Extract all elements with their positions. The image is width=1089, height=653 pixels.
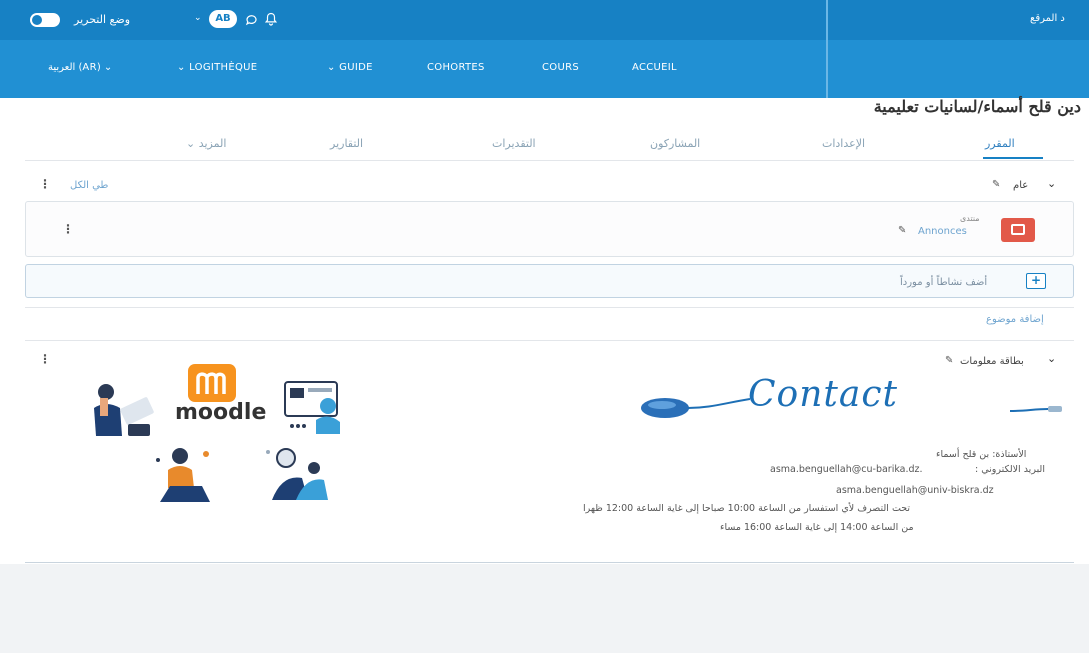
notifications-bell-icon[interactable]	[265, 12, 277, 26]
tab-more[interactable]: المزيد ⌄	[186, 137, 226, 150]
email-2: asma.benguellah@univ-biskra.dz	[836, 485, 994, 496]
teacher-name: الأستاذة: بن قلح أسماء	[936, 449, 1027, 460]
tab-reports[interactable]: التقارير	[330, 137, 363, 150]
section-title-info-card[interactable]: بطاقة معلومات	[960, 356, 1024, 367]
activity-type-label: منتدى	[960, 214, 980, 223]
section-collapse-chevron-icon[interactable]: ⌄	[1047, 352, 1056, 365]
toggle-knob	[32, 15, 42, 25]
page-title: دين قلح أسماء/لسانيات تعليمية	[873, 97, 1081, 116]
add-activity-label[interactable]: أضف نشاطاً أو مورداً	[900, 277, 987, 288]
student-reading-illustration	[156, 448, 210, 502]
edit-pencil-icon[interactable]: ✎	[945, 355, 953, 366]
online-learning-illustration	[284, 381, 340, 434]
nav-logitheque[interactable]: ⌄ LOGITHÈQUE	[177, 62, 257, 73]
contact-banner: Contact	[748, 374, 898, 415]
moodle-logo-text: moodle	[175, 400, 267, 425]
tab-participants[interactable]: المشاركون	[650, 137, 700, 150]
avatar[interactable]: AB	[209, 10, 237, 28]
nav-accueil[interactable]: ACCUEIL	[632, 62, 677, 73]
tab-settings[interactable]: الإعدادات	[822, 137, 865, 150]
user-menu-chevron-icon[interactable]: ⌄	[194, 13, 202, 23]
section-menu-icon[interactable]: ⋮	[39, 352, 51, 366]
collapse-all-link[interactable]: طي الكل	[70, 180, 108, 191]
edit-pencil-icon[interactable]: ✎	[898, 225, 906, 236]
edit-mode-label: وضع التحرير	[74, 13, 131, 26]
edit-pencil-icon[interactable]: ✎	[992, 179, 1000, 190]
office-hours-line-1: تحت التصرف لأي استفسار من الساعة 10:00 ص…	[583, 503, 911, 514]
moodle-logo-icon	[188, 364, 236, 402]
site-name[interactable]: د المرقع	[1030, 13, 1065, 24]
office-hours-line-2: من الساعة 14:00 إلى غاية الساعة 16:00 مس…	[720, 522, 914, 533]
nav-cohortes[interactable]: COHORTES	[427, 62, 485, 73]
section-divider	[25, 307, 1074, 308]
nav-cours[interactable]: COURS	[542, 62, 579, 73]
top-bar	[0, 0, 1089, 40]
nav-language-menu[interactable]: العربية (AR) ⌄	[48, 62, 112, 73]
course-menu-icon[interactable]: ⋮	[39, 177, 51, 191]
active-tab-indicator	[983, 157, 1043, 159]
tab-grades[interactable]: التقديرات	[492, 137, 536, 150]
cable-plug-icon	[1010, 406, 1062, 412]
activity-forum	[25, 201, 1074, 257]
team-collaboration-illustration	[266, 448, 328, 500]
nav-guide[interactable]: ⌄ GUIDE	[327, 62, 373, 73]
activity-menu-icon[interactable]: ⋮	[62, 222, 74, 236]
header-divider	[826, 0, 828, 98]
student-laptop-illustration	[94, 384, 154, 436]
email-label: البريد الالكتروني :	[975, 464, 1045, 475]
forum-icon	[1001, 218, 1035, 242]
section-divider	[25, 340, 1074, 341]
section-collapse-chevron-icon[interactable]: ⌄	[1047, 177, 1056, 190]
mouse-cable-icon	[641, 398, 750, 418]
section-title-general[interactable]: عام	[1013, 180, 1028, 191]
add-topic-link[interactable]: إضافة موضوع	[986, 314, 1044, 325]
tab-course[interactable]: المقرر	[985, 137, 1015, 150]
tabs-divider	[25, 160, 1074, 161]
messages-icon[interactable]	[245, 13, 258, 26]
email-1: asma.benguellah@cu-barika.dz.	[770, 464, 923, 475]
edit-mode-toggle[interactable]	[30, 13, 60, 27]
add-plus-icon[interactable]: +	[1026, 273, 1046, 289]
page-bottom-rule	[25, 562, 1074, 563]
activity-forum-link[interactable]: Annonces	[918, 226, 967, 237]
